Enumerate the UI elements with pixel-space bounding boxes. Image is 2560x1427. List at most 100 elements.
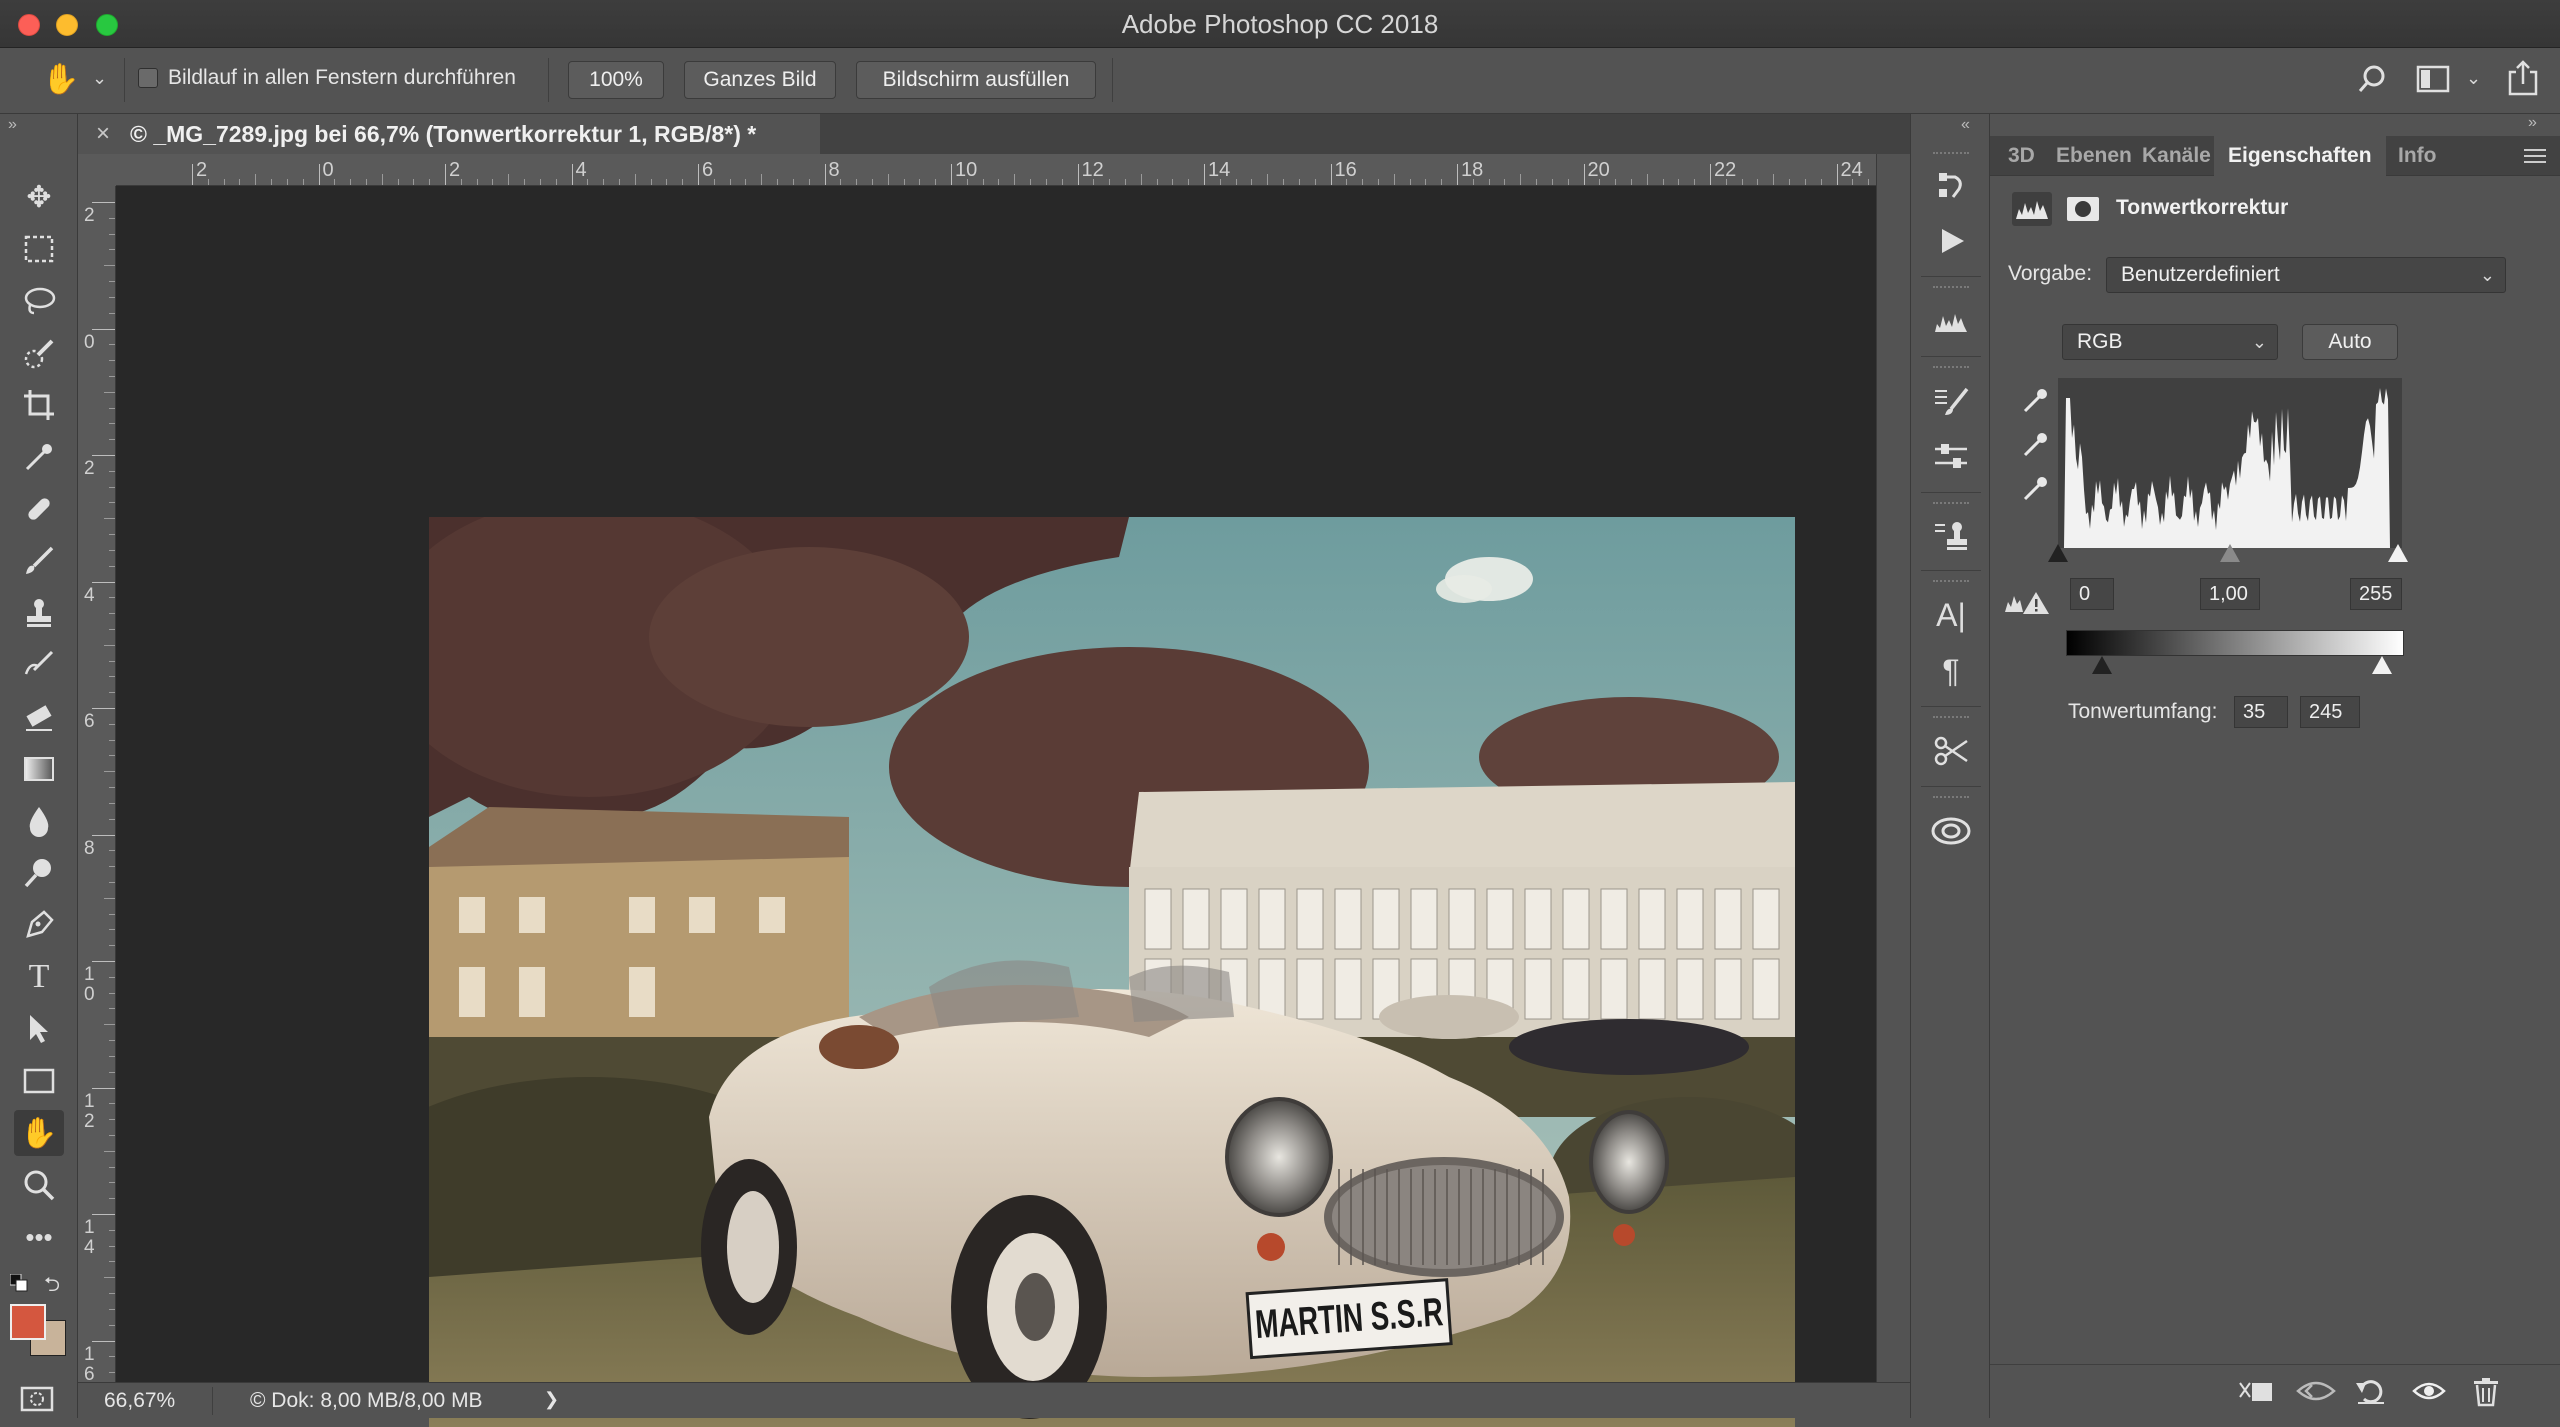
marquee-icon[interactable] — [14, 226, 64, 272]
fit-screen-button[interactable]: Ganzes Bild — [684, 61, 836, 99]
workspace-chevron-icon[interactable]: ⌄ — [2466, 68, 2481, 89]
black-point-eyedropper-icon[interactable] — [2020, 386, 2050, 416]
eyedropper-icon[interactable] — [14, 434, 64, 480]
swap-colors-icon[interactable]: ⮌ — [44, 1270, 60, 1304]
ruler-minor-tick — [255, 174, 257, 185]
move-icon[interactable]: ✥ — [14, 174, 64, 220]
zoom-icon[interactable] — [14, 1162, 64, 1208]
ruler-minor-tick — [1014, 174, 1016, 185]
hand-icon[interactable]: ✋ — [42, 62, 79, 97]
document-tab[interactable]: × © _MG_7289.jpg bei 66,7% (Tonwertkorre… — [78, 114, 820, 154]
default-colors-icon[interactable] — [9, 1273, 28, 1292]
stamp-icon[interactable] — [14, 590, 64, 636]
tab-3d[interactable]: 3D — [2008, 136, 2035, 176]
pen-icon[interactable] — [14, 902, 64, 948]
blur-icon[interactable] — [14, 798, 64, 844]
vertical-scrollbar[interactable] — [1876, 154, 1910, 1382]
type-icon[interactable]: T — [14, 954, 64, 1000]
libraries-icon[interactable] — [1925, 808, 1977, 854]
zoom-level[interactable]: 66,67% — [104, 1389, 175, 1413]
histogram-icon[interactable] — [1925, 298, 1977, 344]
ruler-minor-tick — [109, 1245, 115, 1247]
share-icon[interactable] — [2506, 58, 2540, 98]
foreground-color-swatch[interactable] — [10, 1304, 46, 1340]
dodge-icon[interactable] — [14, 850, 64, 896]
view-previous-state-icon[interactable] — [2296, 1377, 2336, 1412]
close-tab-icon[interactable]: × — [96, 114, 110, 154]
ruler-minor-tick — [1504, 179, 1506, 185]
input-white-field[interactable]: 255 — [2350, 578, 2402, 610]
gradient-icon[interactable] — [14, 746, 64, 792]
search-icon[interactable] — [2356, 62, 2390, 96]
channel-dropdown[interactable]: RGB ⌄ — [2062, 324, 2278, 360]
reset-icon[interactable] — [2354, 1377, 2388, 1412]
gray-point-eyedropper-icon[interactable] — [2020, 430, 2050, 460]
ruler-label: 10 — [955, 159, 978, 181]
output-white-field[interactable]: 245 — [2300, 696, 2360, 728]
status-menu-arrow[interactable]: ❯ — [544, 1389, 559, 1410]
delete-trash-icon[interactable] — [2472, 1377, 2500, 1414]
visibility-eye-icon[interactable] — [2412, 1377, 2446, 1412]
output-black-slider[interactable] — [2092, 656, 2112, 674]
ruler-minor-tick — [109, 423, 115, 425]
zoom-100-button[interactable]: 100% — [568, 61, 664, 99]
crop-icon[interactable] — [14, 382, 64, 428]
ruler-minor-tick — [239, 179, 241, 185]
auto-button[interactable]: Auto — [2302, 324, 2398, 360]
ruler-tick — [92, 455, 115, 456]
input-gamma-slider[interactable] — [2220, 544, 2240, 562]
tab-ebenen[interactable]: Ebenen — [2056, 136, 2132, 176]
eraser-icon[interactable] — [14, 694, 64, 740]
document-canvas[interactable]: MARTIN S.S.R — [116, 186, 1876, 1427]
output-black-field[interactable]: 35 — [2234, 696, 2288, 728]
orangery-window — [1714, 888, 1742, 950]
brush-settings-icon[interactable] — [1925, 378, 1977, 424]
input-black-slider[interactable] — [2048, 544, 2068, 562]
clip-to-layer-icon[interactable] — [2236, 1377, 2276, 1412]
quick-mask-icon[interactable] — [20, 1386, 54, 1412]
collapse-tools-icon[interactable]: » — [8, 116, 17, 134]
ruler-label: 2 — [449, 159, 461, 181]
input-gamma-field[interactable]: 1,00 — [2200, 578, 2260, 610]
actions-play-icon[interactable] — [1925, 218, 1977, 264]
orangery-window — [1334, 958, 1362, 1020]
panel-menu-icon[interactable] — [2524, 148, 2546, 164]
layer-mask-icon[interactable] — [2066, 196, 2100, 222]
collapse-dock-icon[interactable]: « — [1961, 116, 1970, 134]
ruler-minor-tick — [286, 179, 288, 185]
preset-dropdown[interactable]: Benutzerdefiniert ⌄ — [2106, 257, 2506, 293]
workspace-icon[interactable] — [2416, 64, 2450, 94]
paragraph-icon[interactable]: ¶ — [1925, 648, 1977, 694]
document-size: © Dok: 8,00 MB/8,00 MB — [250, 1389, 483, 1412]
healing-icon[interactable] — [14, 486, 64, 532]
brush-icon[interactable] — [14, 538, 64, 584]
quick-select-icon[interactable] — [14, 330, 64, 376]
ruler-minor-tick — [729, 179, 731, 185]
ruler-minor-tick — [1520, 174, 1522, 185]
scroll-all-windows-checkbox[interactable] — [138, 68, 158, 88]
collapse-panel-icon[interactable]: » — [2528, 114, 2537, 132]
hand-tool-icon[interactable]: ✋ — [14, 1110, 64, 1156]
tool-presets-icon[interactable] — [1925, 728, 1977, 774]
adjustments-icon[interactable] — [1925, 434, 1977, 480]
output-white-slider[interactable] — [2372, 656, 2392, 674]
tab-eigenschaften[interactable]: Eigenschaften — [2214, 136, 2386, 176]
clone-source-icon[interactable] — [1925, 512, 1977, 558]
tab-info[interactable]: Info — [2398, 136, 2436, 176]
input-white-slider[interactable] — [2388, 544, 2408, 562]
history-brush-icon[interactable] — [14, 642, 64, 688]
lasso-icon[interactable] — [14, 278, 64, 324]
path-select-icon[interactable] — [14, 1006, 64, 1052]
white-point-eyedropper-icon[interactable] — [2020, 474, 2050, 504]
tool-preset-chevron-icon[interactable]: ⌄ — [92, 68, 107, 89]
character-icon[interactable]: A| — [1925, 592, 1977, 638]
ruler-minor-tick — [223, 179, 225, 185]
more-tools-icon[interactable]: ••• — [14, 1214, 64, 1260]
history-icon[interactable] — [1925, 162, 1977, 208]
rectangle-icon[interactable] — [14, 1058, 64, 1104]
fill-screen-button[interactable]: Bildschirm ausfüllen — [856, 61, 1096, 99]
ruler-minor-tick — [1868, 179, 1870, 185]
clipping-warning-icon[interactable] — [2004, 588, 2050, 616]
tab-kanaele[interactable]: Kanäle — [2142, 136, 2211, 176]
input-black-field[interactable]: 0 — [2070, 578, 2114, 610]
